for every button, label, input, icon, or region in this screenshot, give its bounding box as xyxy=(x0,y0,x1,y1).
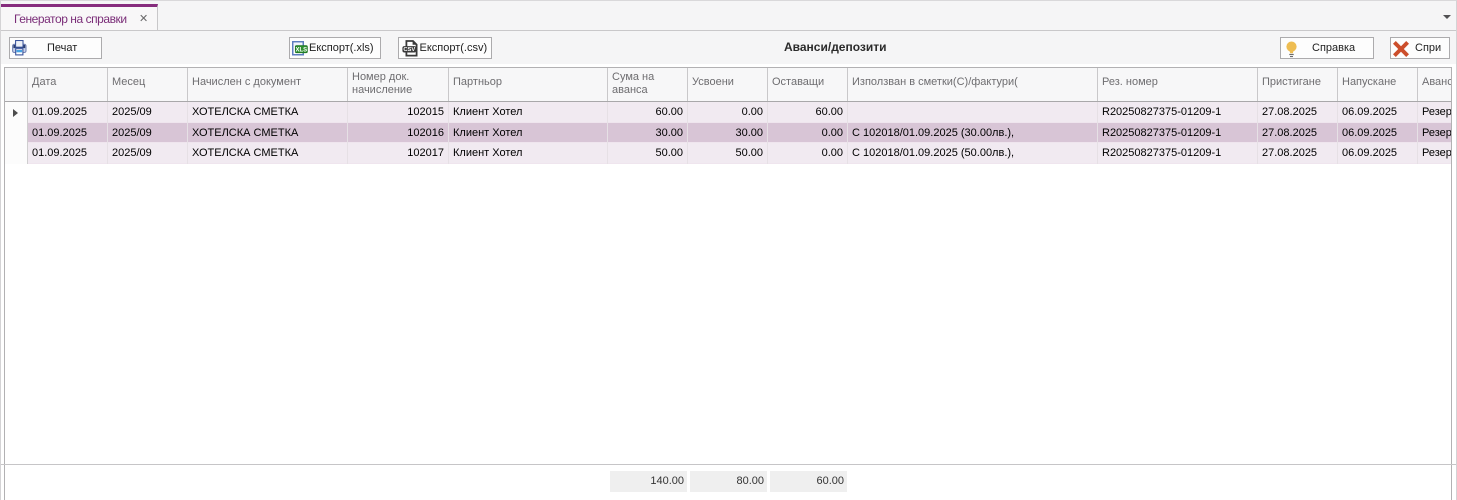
svg-text:CSV: CSV xyxy=(403,47,415,53)
svg-text:XLS: XLS xyxy=(296,47,308,53)
